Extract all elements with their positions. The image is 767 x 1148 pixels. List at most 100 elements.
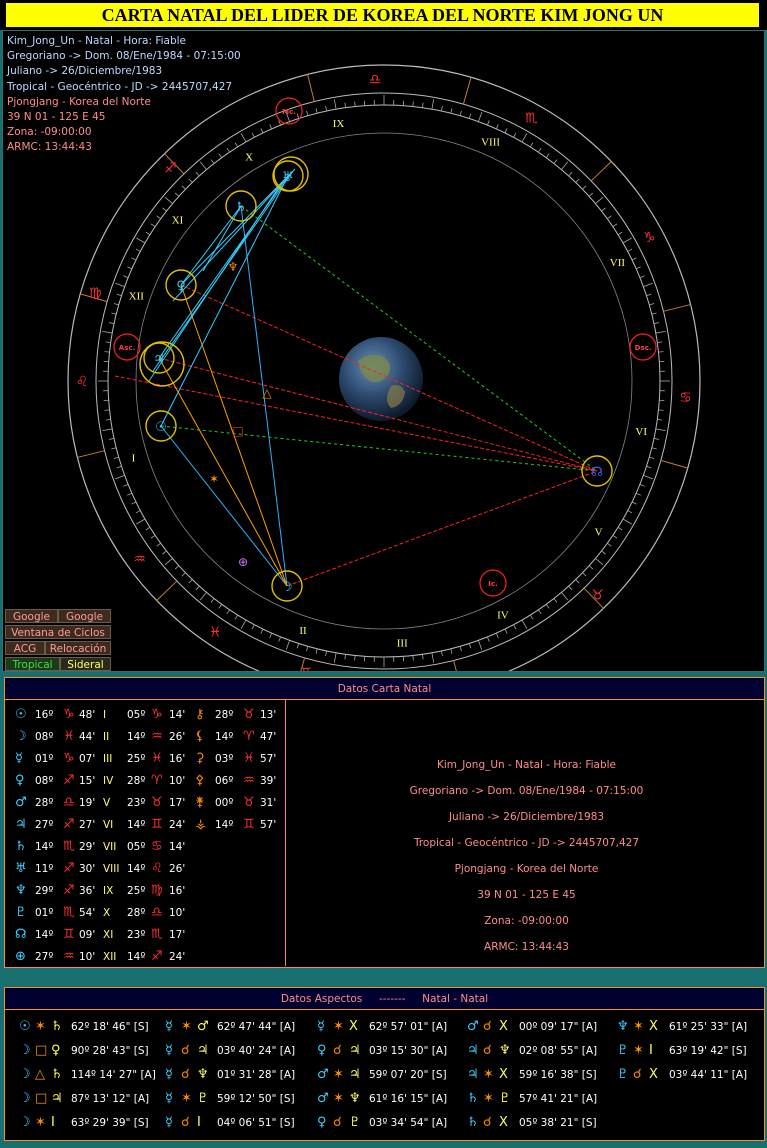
tropical-button[interactable]: Tropical [5, 657, 60, 671]
aspect-glyph-icon: ✶ [209, 472, 219, 486]
degree-tick [123, 275, 129, 278]
google-s2-button[interactable]: Google S2 [58, 609, 111, 637]
degree-tick [582, 572, 587, 577]
aspect-cell: ♀ [317, 1115, 327, 1130]
planet-icon: ♀ [176, 279, 186, 294]
position-cell: ☉ [15, 707, 27, 722]
ciclos-button[interactable]: Ventana de Ciclos [5, 625, 111, 639]
aspect-glyph-icon: □ [232, 424, 243, 438]
aspect-cell: 59º 12' 50" [S] [217, 1093, 295, 1105]
planet-icon: ♃ [153, 352, 165, 367]
degree-tick [622, 518, 632, 525]
aspect-row: ♇ ☌ X 03º 44' 11" [A] [617, 1064, 747, 1086]
sign-divider [660, 459, 688, 469]
aspect-cell: ☌ [333, 1115, 342, 1130]
degree-tick [487, 120, 490, 126]
degree-tick [136, 237, 146, 244]
position-cell: ♐ [63, 883, 75, 898]
degree-tick [655, 330, 666, 334]
degree-tick [575, 178, 580, 183]
aspect-cell: 61º 25' 33" [A] [669, 1021, 748, 1033]
sign-divider [453, 660, 457, 671]
info-line: ARMC: 13:44:43 [7, 141, 92, 154]
position-cell: ♒ [151, 729, 163, 744]
zodiac-sign-icon: ♏ [525, 110, 538, 126]
position-cell: 14º [215, 731, 234, 743]
aspect-row: ☿ ✶ ♇ 59º 12' 50" [S] [165, 1088, 295, 1110]
position-cell: V [103, 797, 111, 809]
degree-tick [450, 648, 453, 654]
zodiac-sign-icon: ♊ [300, 666, 313, 671]
chart-info: Kim_Jong_Un - Natal - Hora: Fiable Gregor… [7, 34, 241, 156]
position-cell: ♊ [151, 817, 163, 832]
position-cell: X [103, 907, 111, 919]
planet-icon: ☊ [591, 465, 603, 480]
zodiac-sign-icon: ♓ [209, 624, 222, 640]
aspect-row: ☿ ✶ ♂ 62º 47' 44" [A] [165, 1016, 295, 1038]
position-cell: ♇ [15, 905, 27, 920]
aspect-cell: ☽ [19, 1115, 31, 1130]
relocacion-button[interactable]: Relocación [45, 641, 111, 655]
aspect-row: ☿ ✶ X 62º 57' 01" [A] [317, 1016, 447, 1038]
aspect-row: ☽ △ ♄ 114º 14' 27" [A] [19, 1064, 156, 1086]
dsc-label: Dsc. [635, 344, 652, 352]
degree-tick [627, 248, 633, 252]
degree-tick [150, 223, 156, 227]
degree-tick [145, 526, 151, 531]
position-cell: 09' [79, 929, 96, 941]
position-row: ♅ 11º ♐ 30' VIII 14º ♌ 26' [5, 858, 285, 880]
position-cell: ♑ [151, 707, 163, 722]
degree-tick [631, 501, 637, 505]
sideral-button[interactable]: Sideral [60, 657, 111, 671]
planet-icon: ☉ [155, 420, 167, 435]
degree-tick [123, 484, 129, 487]
house-number: III [397, 637, 408, 649]
aspect-cell: 90º 28' 43" [S] [71, 1045, 149, 1057]
degree-tick [612, 223, 618, 227]
degree-tick [111, 312, 117, 315]
degree-tick [646, 465, 652, 469]
degree-tick [296, 113, 300, 119]
degree-tick [478, 112, 483, 122]
degree-tick [568, 585, 573, 591]
mc-label: Mc. [282, 108, 296, 116]
aspect-row: ♃ ✶ X 59º 16' 38" [S] [467, 1064, 597, 1086]
degree-tick [412, 101, 414, 107]
position-cell: ♒ [243, 773, 255, 788]
aspect-cell: 05º 38' 21" [S] [519, 1117, 597, 1129]
degree-tick [115, 282, 125, 287]
aspect-cell: X [499, 1019, 508, 1034]
zodiac-sign-icon: ♉ [591, 588, 604, 604]
degree-tick [478, 640, 483, 650]
position-cell: ♑ [63, 707, 75, 722]
aspect-cell: ✶ [181, 1091, 192, 1106]
degree-tick [156, 215, 161, 220]
degree-tick [658, 409, 664, 411]
info-line: Gregoriano -> Dom. 08/Ene/1984 - 07:15:0… [7, 50, 241, 63]
position-cell: ⚳ [195, 751, 205, 766]
aspect-cell: X [499, 1067, 508, 1082]
aspect-row: ♆ ✶ X 61º 25' 33" [A] [617, 1016, 747, 1038]
acg-button[interactable]: ACG [5, 641, 45, 655]
position-row: ♆ 29º ♐ 36' IX 25º ♍ 16' [5, 880, 285, 902]
aspect-cell: ✶ [35, 1115, 46, 1130]
degree-tick [431, 99, 435, 110]
position-cell: 14º [215, 819, 234, 831]
position-cell: ♓ [151, 751, 163, 766]
position-cell: VII [103, 841, 117, 853]
degree-tick [218, 604, 223, 609]
position-cell: ♅ [15, 861, 27, 876]
position-cell: ⚴ [195, 773, 205, 788]
degree-tick [495, 632, 499, 638]
aspect-cell: ✶ [633, 1019, 644, 1034]
degree-tick [333, 652, 337, 663]
aspect-cell: ☌ [483, 1019, 492, 1034]
aspect-cell: ♇ [197, 1091, 209, 1106]
aspect-cell: ♆ [197, 1067, 209, 1082]
position-cell: 25º [127, 885, 146, 897]
google-s1-button[interactable]: Google S1 [5, 609, 58, 637]
planet-icon: ♄ [235, 200, 247, 215]
degree-tick [657, 341, 663, 343]
degree-tick [333, 99, 337, 110]
aspect-cell: ♄ [51, 1019, 63, 1034]
